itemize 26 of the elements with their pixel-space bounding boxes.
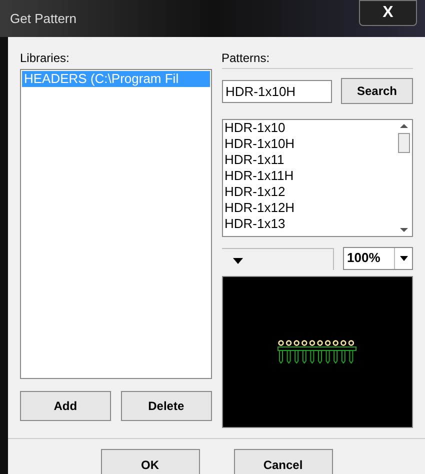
ok-button[interactable]: OK — [100, 449, 200, 474]
delete-button[interactable]: Delete — [120, 391, 212, 421]
patterns-list[interactable]: HDR-1x10 HDR-1x10H HDR-1x11 HDR-1x11H HDR-1x12 HDR-1x12H HDR-1x13 — [222, 119, 413, 237]
zoom-slider[interactable] — [222, 248, 334, 270]
pattern-item[interactable]: HDR-1x10 — [224, 120, 395, 136]
slider-thumb[interactable] — [233, 258, 244, 264]
search-button[interactable]: Search — [341, 78, 413, 104]
pattern-item[interactable]: HDR-1x13 — [224, 216, 395, 232]
pattern-item[interactable]: HDR-1x12H — [224, 200, 395, 216]
add-button[interactable]: Add — [20, 391, 111, 421]
window-title: Get Pattern — [10, 10, 76, 28]
scroll-up-icon[interactable] — [400, 124, 408, 128]
cancel-button[interactable]: Cancel — [234, 449, 332, 474]
zoom-dropdown[interactable]: 100% — [343, 246, 413, 270]
pattern-item[interactable]: HDR-1x11 — [224, 152, 395, 168]
zoom-value: 100% — [346, 249, 380, 268]
pattern-item[interactable]: HDR-1x12 — [224, 184, 395, 200]
search-field[interactable]: HDR-1x10H — [222, 80, 332, 102]
patterns-label: Patterns: — [222, 49, 413, 69]
scroll-thumb[interactable] — [398, 133, 410, 153]
dropdown-caret-icon[interactable] — [400, 256, 408, 260]
close-button[interactable]: X — [359, 0, 417, 26]
pattern-item[interactable]: HDR-1x10H — [224, 136, 395, 152]
libraries-label: Libraries: — [20, 50, 70, 67]
scroll-down-icon[interactable] — [400, 228, 408, 232]
pattern-item[interactable]: HDR-1x11H — [224, 168, 395, 184]
